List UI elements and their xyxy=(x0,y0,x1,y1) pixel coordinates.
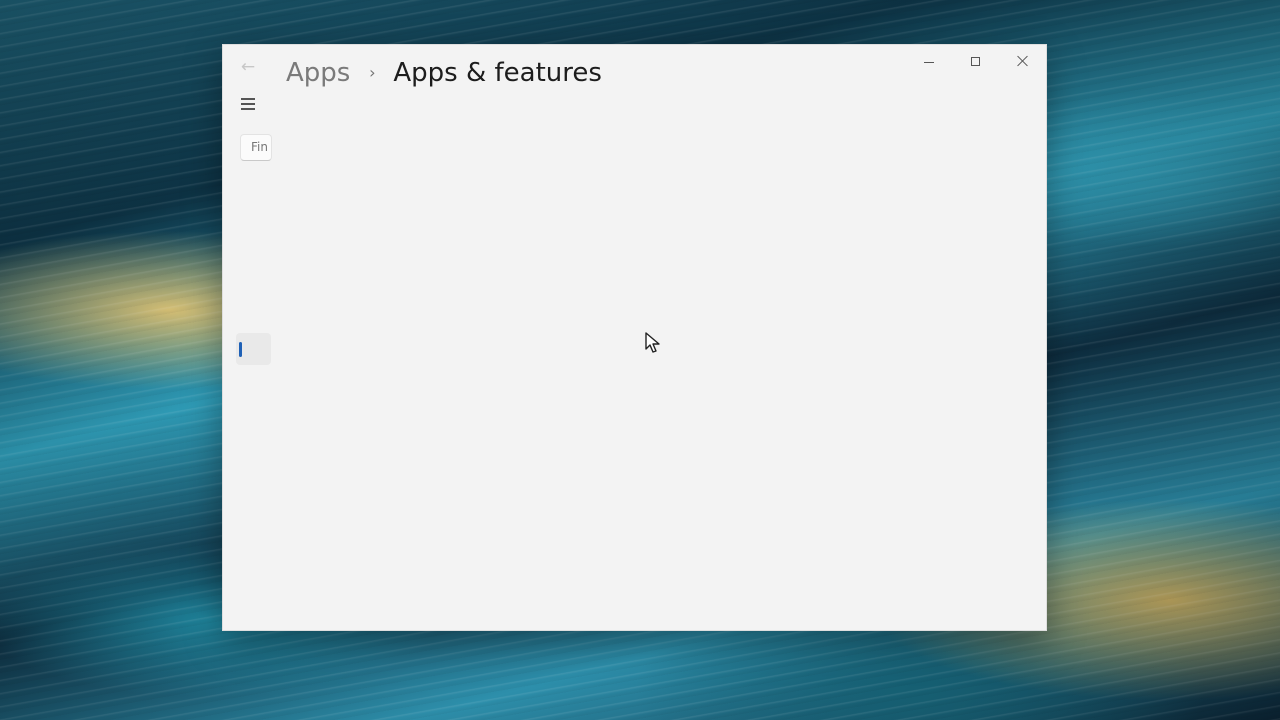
minimize-button[interactable] xyxy=(905,45,952,77)
maximize-icon xyxy=(971,56,980,66)
breadcrumb-apps-link[interactable]: Apps xyxy=(286,58,350,88)
arrow-left-icon: ← xyxy=(240,57,256,77)
chevron-right-icon: › xyxy=(369,63,376,82)
back-button[interactable]: ← xyxy=(236,55,260,79)
close-button[interactable] xyxy=(999,45,1046,77)
window-controls xyxy=(905,45,1046,77)
navigation-menu-button[interactable] xyxy=(235,93,259,115)
close-icon xyxy=(1017,55,1029,67)
find-setting-search-input[interactable]: Fin xyxy=(240,134,272,161)
minimize-icon xyxy=(923,61,934,63)
selected-navigation-item[interactable] xyxy=(236,333,271,365)
desktop: { "window": { "breadcrumb_parent": "Apps… xyxy=(0,0,1280,720)
settings-window: ← Apps › Apps & features Fin xyxy=(222,44,1047,631)
selection-indicator xyxy=(239,342,242,357)
hamburger-menu-icon-line-1 xyxy=(241,98,255,100)
page-title: Apps & features xyxy=(393,58,602,88)
search-placeholder: Fin xyxy=(251,140,268,154)
breadcrumb: Apps › Apps & features xyxy=(286,53,602,93)
hamburger-menu-icon-line-3 xyxy=(241,108,255,110)
maximize-button[interactable] xyxy=(952,45,999,77)
hamburger-menu-icon-line-2 xyxy=(241,103,255,105)
